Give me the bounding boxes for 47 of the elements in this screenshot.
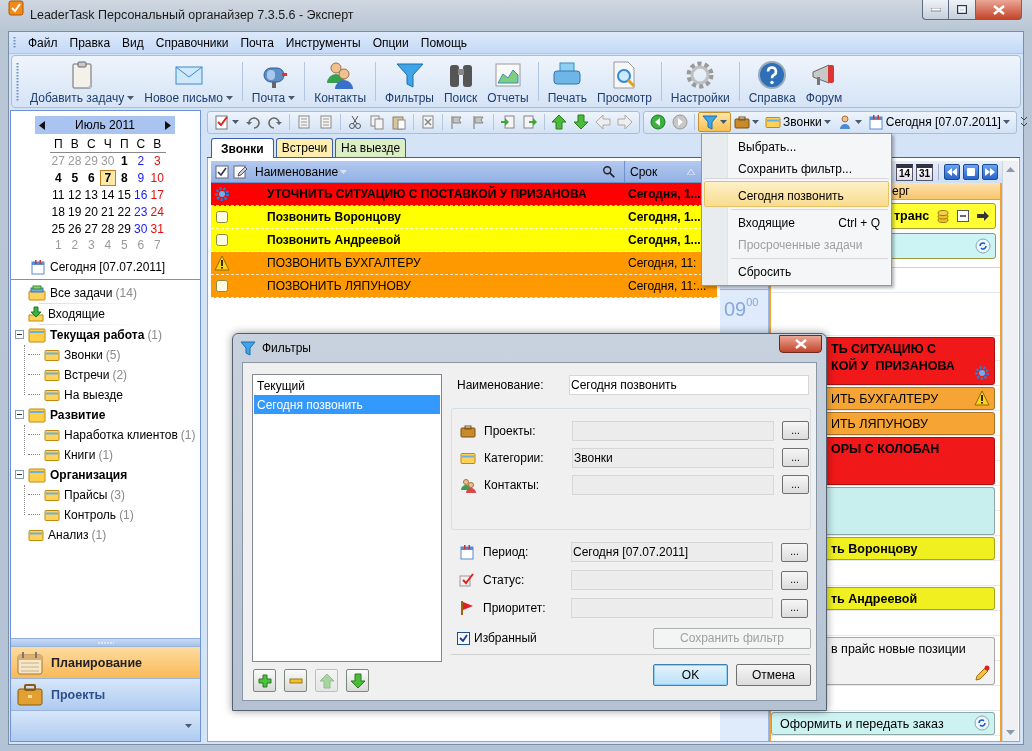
- item-count: (1): [98, 447, 114, 462]
- due-date: Сегодня, 1...: [628, 210, 701, 224]
- field-label: Статус:: [483, 573, 526, 587]
- field-label: Контакты:: [484, 477, 541, 492]
- event-title: ОРЫ С КОЛОБАН: [831, 441, 940, 458]
- item-count: (1): [180, 427, 196, 442]
- event-title: ть Воронцову: [831, 541, 918, 558]
- weekday-label: В: [152, 136, 163, 152]
- item-count: (14): [115, 285, 137, 300]
- day-header: ерг: [892, 184, 910, 198]
- weekday-label: В: [69, 136, 80, 152]
- due-date: Сегодня, 1...: [628, 187, 701, 201]
- item-count: (3): [110, 487, 125, 502]
- task-title: ПОЗВОНИТЬ БУХГАЛТЕРУ: [267, 256, 421, 270]
- item-count: (2): [112, 367, 128, 382]
- item-count: (1): [147, 327, 163, 342]
- task-title: Позвонить Воронцову: [267, 210, 401, 224]
- task-title: ПОЗВОНИТЬ ЛЯПУНОВУ: [267, 279, 411, 293]
- event-title: ть Андреевой: [831, 591, 918, 608]
- task-title: УТОЧНИТЬ СИТУАЦИЮ С ПОСТАВКОЙ У ПРИЗАНОВА: [267, 187, 587, 201]
- due-date: Сегодня, 1...: [628, 233, 701, 247]
- item-count: (1): [91, 527, 107, 542]
- event-title: ИТЬ БУХГАЛТЕРУ: [831, 391, 939, 408]
- weekday-label: П: [52, 136, 64, 152]
- event-title: Оформить и передать заказ: [780, 716, 944, 733]
- weekday-label: Ч: [102, 136, 113, 152]
- time-label: 09$^{00}$: [720, 289, 768, 321]
- window-title: LeaderTask Персональный органайзер 7.3.5.6 - Эксперт: [30, 8, 354, 22]
- weekday-label: П: [118, 136, 130, 152]
- due-date: Сегодня, 11:...: [628, 279, 707, 293]
- due-date: Сегодня, 11:: [628, 256, 697, 270]
- item-count: (5): [105, 347, 121, 362]
- field-label: Проекты:: [484, 423, 537, 438]
- item-count: (1): [119, 507, 134, 522]
- event-title: ТЬ СИТУАЦИЮ С КОЙ У ПРИЗАНОВА: [831, 341, 955, 375]
- weekday-label: С: [135, 136, 147, 152]
- dialog-title: Фильтры: [262, 340, 311, 355]
- field-label: Период:: [483, 545, 530, 559]
- event-title: транс: [894, 209, 931, 223]
- field-label: Категории:: [484, 450, 545, 465]
- month-title: Июль 2011: [75, 118, 135, 132]
- event-title: в прайс новые позиции: [831, 641, 966, 658]
- field-label: Приоритет:: [483, 601, 547, 615]
- event-title: ИТЬ ЛЯПУНОВУ: [831, 416, 929, 433]
- weekday-label: С: [85, 136, 97, 152]
- task-title: Позвонить Андреевой: [267, 233, 401, 247]
- field-label: Наименование:: [457, 378, 545, 392]
